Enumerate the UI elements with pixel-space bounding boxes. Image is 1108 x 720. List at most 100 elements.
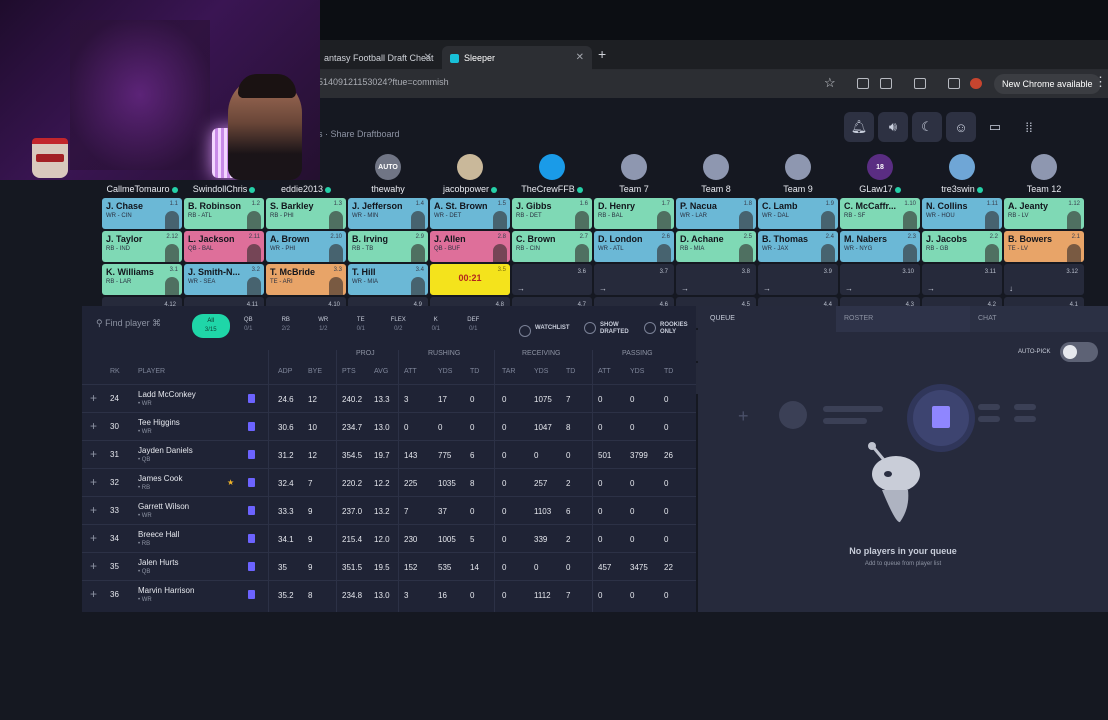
browser-tab-sleeper[interactable]: Sleeper ✕ <box>442 46 592 70</box>
draft-pick-cell[interactable]: D. Achane RB - MIA 2.5 <box>676 231 756 262</box>
draft-pick-cell[interactable]: J. Jacobs RB - GB 2.2 <box>922 231 1002 262</box>
bookmark-star-icon[interactable]: ☆ <box>824 75 836 91</box>
table-row[interactable]: +24 Ladd McConkey • WR 24.6 12 240.2 13.3 3 17 0 0… <box>82 384 696 412</box>
column-header[interactable]: ATT <box>598 368 611 375</box>
breadcrumb[interactable]: s · Share Draftboard <box>318 129 400 139</box>
column-header[interactable]: YDS <box>534 368 548 375</box>
column-header[interactable]: YDS <box>438 368 452 375</box>
draft-pick-cell[interactable]: J. Allen QB - BUF 2.8 <box>430 231 510 262</box>
table-row[interactable]: +35 Jalen Hurts • QB 35 9 351.5 19.5 152 535 14 0 0… <box>82 552 696 580</box>
add-to-queue-button[interactable]: + <box>90 420 97 432</box>
column-header[interactable]: TD <box>566 368 575 375</box>
new-chrome-available-button[interactable]: New Chrome available <box>994 74 1101 94</box>
draft-pick-cell[interactable]: D. Henry RB - BAL 1.7 <box>594 198 674 229</box>
empty-pick-cell[interactable]: 3.8 → <box>676 264 756 295</box>
player-note-icon[interactable] <box>248 394 255 403</box>
table-row[interactable]: +36 Marvin Harrison • WR 35.2 8 234.8 13.0 3 16 0… <box>82 580 696 608</box>
show-drafted-toggle[interactable]: SHOW DRAFTED <box>584 322 636 336</box>
draft-pick-cell[interactable]: C. Brown RB - CIN 2.7 <box>512 231 592 262</box>
column-header[interactable]: ATT <box>404 368 417 375</box>
table-row[interactable]: +32 James Cook • RB ★ 32.4 7 220.2 12.2 225 1035 8… <box>82 468 696 496</box>
draft-pick-cell[interactable]: S. Barkley RB - PHI 1.3 <box>266 198 346 229</box>
tab-queue[interactable]: QUEUE <box>710 315 735 322</box>
player-note-icon[interactable] <box>248 478 255 487</box>
player-name[interactable]: Garrett Wilson <box>138 502 189 511</box>
tab-chat[interactable]: CHAT <box>978 315 997 322</box>
more-menu-icon[interactable]: ⋮ <box>1094 74 1107 90</box>
draft-pick-cell[interactable]: J. Taylor RB - IND 2.12 <box>102 231 182 262</box>
draft-pick-cell[interactable]: B. Bowers TE - LV 2.1 <box>1004 231 1084 262</box>
on-the-clock-cell[interactable]: 00:21 3.5 <box>430 264 510 295</box>
team-header[interactable]: tre3swin <box>922 154 1002 194</box>
draft-pick-cell[interactable]: A. St. Brown WR - DET 1.5 <box>430 198 510 229</box>
table-row[interactable]: +33 Garrett Wilson • WR 33.3 9 237.0 13.2 7 37 0 0… <box>82 496 696 524</box>
extension-icon[interactable] <box>857 78 869 89</box>
player-name[interactable]: Breece Hall <box>138 530 179 539</box>
player-note-icon[interactable] <box>248 422 255 431</box>
column-header[interactable]: ADP <box>278 368 292 375</box>
add-to-queue-button[interactable]: + <box>90 476 97 488</box>
column-header[interactable]: TD <box>664 368 673 375</box>
draft-pick-cell[interactable]: C. McCaffr... RB - SF 1.10 <box>840 198 920 229</box>
draft-pick-cell[interactable]: M. Nabers WR - NYG 2.3 <box>840 231 920 262</box>
table-row[interactable]: +31 Jayden Daniels • QB 31.2 12 354.5 19.7 143 7… <box>82 440 696 468</box>
draft-pick-cell[interactable]: J. Chase WR - CIN 1.1 <box>102 198 182 229</box>
player-name[interactable]: Jalen Hurts <box>138 558 178 567</box>
draft-pick-cell[interactable]: J. Jefferson WR - MIN 1.4 <box>348 198 428 229</box>
position-tab[interactable]: QB 0/1 <box>230 314 268 338</box>
draft-pick-cell[interactable]: D. London WR - ATL 2.6 <box>594 231 674 262</box>
draft-pick-cell[interactable]: P. Nacua WR - LAR 1.8 <box>676 198 756 229</box>
profile-avatar[interactable] <box>970 78 982 89</box>
draft-pick-cell[interactable]: B. Thomas WR - JAX 2.4 <box>758 231 838 262</box>
bell-icon[interactable]: 🔔︎ <box>844 112 874 142</box>
player-name[interactable]: Marvin Harrison <box>138 586 194 595</box>
smiley-icon[interactable]: ☺ <box>946 112 976 142</box>
column-header[interactable]: PTS <box>342 368 356 375</box>
add-to-queue-button[interactable]: + <box>90 504 97 516</box>
column-header[interactable]: YDS <box>630 368 644 375</box>
table-row[interactable]: +30 Tee Higgins • WR 30.6 10 234.7 13.0 0 0 0 0 104… <box>82 412 696 440</box>
reading-list-icon[interactable] <box>948 78 960 89</box>
player-name[interactable]: Ladd McConkey <box>138 390 196 399</box>
draft-pick-cell[interactable]: J. Smith-N... WR - SEA 3.2 <box>184 264 264 295</box>
close-icon[interactable]: ✕ <box>576 46 584 70</box>
add-to-queue-button[interactable]: + <box>90 560 97 572</box>
position-tab[interactable]: FLEX 0/2 <box>380 314 418 338</box>
volume-icon[interactable]: 🔊︎ <box>878 112 908 142</box>
position-tab[interactable]: K 0/1 <box>417 314 455 338</box>
draft-pick-cell[interactable]: T. Hill WR - MIA 3.4 <box>348 264 428 295</box>
team-header[interactable]: Team 9 <box>758 154 838 194</box>
position-tab[interactable]: All 3/15 <box>192 314 230 338</box>
watchlist-toggle[interactable]: WATCHLIST <box>519 325 570 337</box>
extension-icon[interactable] <box>880 78 892 89</box>
column-header[interactable]: AVG <box>374 368 388 375</box>
column-header[interactable]: TAR <box>502 368 515 375</box>
player-name[interactable]: Jayden Daniels <box>138 446 193 455</box>
position-tab[interactable]: WR 1/2 <box>305 314 343 338</box>
team-header[interactable]: Team 12 <box>1004 154 1084 194</box>
team-header[interactable]: 18 GLaw17 <box>840 154 920 194</box>
draft-pick-cell[interactable]: N. Collins WR - HOU 1.11 <box>922 198 1002 229</box>
player-note-icon[interactable] <box>248 534 255 543</box>
position-tab[interactable]: TE 0/1 <box>342 314 380 338</box>
close-icon[interactable]: ✕ <box>424 46 432 70</box>
table-row[interactable]: +34 Breece Hall • RB 34.1 9 215.4 12.0 230 1005 5… <box>82 524 696 552</box>
draft-pick-cell[interactable]: C. Lamb WR - DAL 1.9 <box>758 198 838 229</box>
draft-pick-cell[interactable]: A. Brown WR - PHI 2.10 <box>266 231 346 262</box>
draft-pick-cell[interactable]: T. McBride TE - ARI 3.3 <box>266 264 346 295</box>
empty-pick-cell[interactable]: 3.11 → <box>922 264 1002 295</box>
add-to-queue-button[interactable]: + <box>90 588 97 600</box>
player-note-icon[interactable] <box>248 450 255 459</box>
position-tab[interactable]: DEF 0/1 <box>455 314 493 338</box>
team-header[interactable]: Team 8 <box>676 154 756 194</box>
player-note-icon[interactable] <box>248 590 255 599</box>
empty-pick-cell[interactable]: 3.9 → <box>758 264 838 295</box>
position-tab[interactable]: RB 2/2 <box>267 314 305 338</box>
draft-pick-cell[interactable]: L. Jackson QB - BAL 2.11 <box>184 231 264 262</box>
player-name[interactable]: James Cook <box>138 474 182 483</box>
draft-pick-cell[interactable]: K. Williams RB - LAR 3.1 <box>102 264 182 295</box>
browser-tab-cheatsheet[interactable]: antasy Football Draft Cheat ✕ <box>316 46 440 70</box>
monitor-icon[interactable]: ▭ <box>980 112 1010 142</box>
extension-icon[interactable] <box>914 78 926 89</box>
empty-pick-cell[interactable]: 3.7 → <box>594 264 674 295</box>
